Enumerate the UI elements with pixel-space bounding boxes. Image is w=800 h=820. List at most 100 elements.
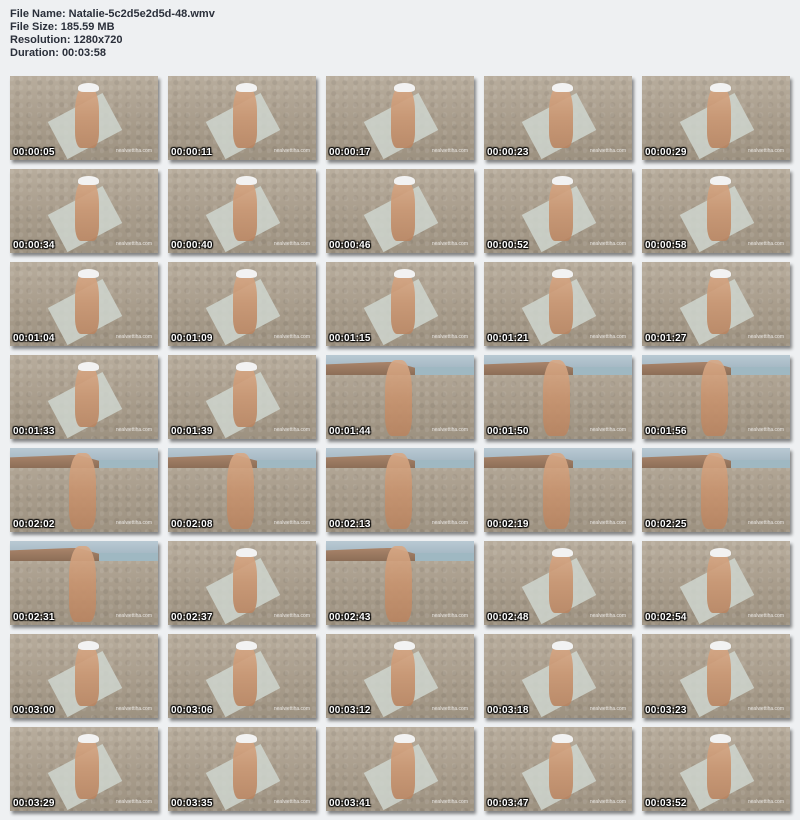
thumbnail-timestamp: 00:01:27 [645,333,687,344]
thumbnail-watermark: nealwettiha.com [431,799,468,805]
thumbnail-watermark: nealwettiha.com [589,427,626,433]
video-thumbnail[interactable]: nealwettiha.com 00:01:04 [10,262,158,346]
thumbnail-watermark: nealwettiha.com [431,427,468,433]
thumbnail-timestamp: 00:02:31 [13,612,55,623]
video-thumbnail[interactable]: nealwettiha.com 00:00:11 [168,76,316,160]
thumbnail-timestamp: 00:02:43 [329,612,371,623]
video-thumbnail[interactable]: nealwettiha.com 00:01:21 [484,262,632,346]
thumbnail-watermark: nealwettiha.com [589,706,626,712]
video-thumbnail[interactable]: nealwettiha.com 00:02:43 [326,541,474,625]
file-name-label: File Name: Natalie-5c2d5e2d5d-48.wmv [10,8,215,20]
thumbnail-timestamp: 00:03:35 [171,798,213,809]
thumbnail-watermark: nealwettiha.com [747,799,784,805]
thumbnail-watermark: nealwettiha.com [273,520,310,526]
video-thumbnail[interactable]: nealwettiha.com 00:02:31 [10,541,158,625]
video-thumbnail[interactable]: nealwettiha.com 00:02:48 [484,541,632,625]
video-thumbnail[interactable]: nealwettiha.com 00:01:44 [326,355,474,439]
video-thumbnail[interactable]: nealwettiha.com 00:02:25 [642,448,790,532]
thumbnail-timestamp: 00:00:58 [645,240,687,251]
video-thumbnail[interactable]: nealwettiha.com 00:03:06 [168,634,316,718]
thumbnail-timestamp: 00:00:23 [487,147,529,158]
thumbnail-timestamp: 00:01:56 [645,426,687,437]
file-info-header: File Name: Natalie-5c2d5e2d5d-48.wmv Fil… [10,8,215,60]
video-thumbnail[interactable]: nealwettiha.com 00:00:40 [168,169,316,253]
thumbnail-watermark: nealwettiha.com [589,241,626,247]
thumbnail-watermark: nealwettiha.com [273,706,310,712]
thumbnail-timestamp: 00:02:08 [171,519,213,530]
video-thumbnail[interactable]: nealwettiha.com 00:02:13 [326,448,474,532]
video-thumbnail[interactable]: nealwettiha.com 00:00:46 [326,169,474,253]
thumbnail-watermark: nealwettiha.com [273,427,310,433]
video-thumbnail[interactable]: nealwettiha.com 00:03:52 [642,727,790,811]
video-thumbnail[interactable]: nealwettiha.com 00:01:33 [10,355,158,439]
thumbnail-grid: nealwettiha.com 00:00:05 nealwettiha.com 00… [10,76,790,811]
video-thumbnail[interactable]: nealwettiha.com 00:03:41 [326,727,474,811]
thumbnail-timestamp: 00:01:04 [13,333,55,344]
thumbnail-timestamp: 00:03:52 [645,798,687,809]
thumbnail-watermark: nealwettiha.com [115,241,152,247]
thumbnail-watermark: nealwettiha.com [115,706,152,712]
thumbnail-timestamp: 00:03:23 [645,705,687,716]
thumbnail-watermark: nealwettiha.com [115,799,152,805]
video-thumbnail[interactable]: nealwettiha.com 00:02:19 [484,448,632,532]
thumbnail-timestamp: 00:00:29 [645,147,687,158]
video-thumbnail[interactable]: nealwettiha.com 00:03:35 [168,727,316,811]
thumbnail-watermark: nealwettiha.com [589,520,626,526]
video-thumbnail[interactable]: nealwettiha.com 00:01:15 [326,262,474,346]
thumbnail-watermark: nealwettiha.com [747,706,784,712]
thumbnail-watermark: nealwettiha.com [431,334,468,340]
thumbnail-timestamp: 00:02:13 [329,519,371,530]
thumbnail-timestamp: 00:00:17 [329,147,371,158]
thumbnail-watermark: nealwettiha.com [747,334,784,340]
thumbnail-watermark: nealwettiha.com [431,613,468,619]
thumbnail-timestamp: 00:02:02 [13,519,55,530]
video-thumbnail[interactable]: nealwettiha.com 00:03:12 [326,634,474,718]
thumbnail-timestamp: 00:01:15 [329,333,371,344]
video-thumbnail[interactable]: nealwettiha.com 00:00:34 [10,169,158,253]
thumbnail-timestamp: 00:03:18 [487,705,529,716]
video-thumbnail[interactable]: nealwettiha.com 00:00:17 [326,76,474,160]
video-thumbnail[interactable]: nealwettiha.com 00:00:23 [484,76,632,160]
thumbnail-watermark: nealwettiha.com [273,799,310,805]
video-thumbnail[interactable]: nealwettiha.com 00:00:29 [642,76,790,160]
thumbnail-timestamp: 00:03:47 [487,798,529,809]
video-thumbnail[interactable]: nealwettiha.com 00:02:54 [642,541,790,625]
thumbnail-timestamp: 00:03:00 [13,705,55,716]
video-thumbnail[interactable]: nealwettiha.com 00:00:05 [10,76,158,160]
video-thumbnail[interactable]: nealwettiha.com 00:00:58 [642,169,790,253]
thumbnail-watermark: nealwettiha.com [273,148,310,154]
thumbnail-watermark: nealwettiha.com [273,334,310,340]
thumbnail-watermark: nealwettiha.com [273,613,310,619]
thumbnail-watermark: nealwettiha.com [589,799,626,805]
video-thumbnail[interactable]: nealwettiha.com 00:02:37 [168,541,316,625]
video-thumbnail[interactable]: nealwettiha.com 00:03:29 [10,727,158,811]
thumbnail-watermark: nealwettiha.com [115,148,152,154]
thumbnail-timestamp: 00:03:29 [13,798,55,809]
video-thumbnail[interactable]: nealwettiha.com 00:01:27 [642,262,790,346]
video-thumbnail[interactable]: nealwettiha.com 00:01:50 [484,355,632,439]
video-thumbnail[interactable]: nealwettiha.com 00:03:18 [484,634,632,718]
thumbnail-timestamp: 00:03:12 [329,705,371,716]
thumbnail-watermark: nealwettiha.com [431,706,468,712]
video-thumbnail[interactable]: nealwettiha.com 00:03:47 [484,727,632,811]
video-thumbnail[interactable]: nealwettiha.com 00:00:52 [484,169,632,253]
file-size-label: File Size: 185.59 MB [10,21,115,33]
thumbnail-timestamp: 00:01:09 [171,333,213,344]
video-thumbnail[interactable]: nealwettiha.com 00:01:09 [168,262,316,346]
thumbnail-watermark: nealwettiha.com [273,241,310,247]
thumbnail-watermark: nealwettiha.com [115,427,152,433]
thumbnail-timestamp: 00:02:19 [487,519,529,530]
thumbnail-watermark: nealwettiha.com [747,613,784,619]
video-thumbnail[interactable]: nealwettiha.com 00:01:56 [642,355,790,439]
video-thumbnail[interactable]: nealwettiha.com 00:02:08 [168,448,316,532]
video-thumbnail[interactable]: nealwettiha.com 00:03:00 [10,634,158,718]
video-thumbnail[interactable]: nealwettiha.com 00:03:23 [642,634,790,718]
thumbnail-timestamp: 00:01:44 [329,426,371,437]
thumbnail-timestamp: 00:00:52 [487,240,529,251]
thumbnail-timestamp: 00:01:50 [487,426,529,437]
thumbnail-watermark: nealwettiha.com [115,334,152,340]
thumbnail-timestamp: 00:00:40 [171,240,213,251]
video-thumbnail[interactable]: nealwettiha.com 00:02:02 [10,448,158,532]
video-thumbnail[interactable]: nealwettiha.com 00:01:39 [168,355,316,439]
resolution-label: Resolution: 1280x720 [10,34,123,46]
